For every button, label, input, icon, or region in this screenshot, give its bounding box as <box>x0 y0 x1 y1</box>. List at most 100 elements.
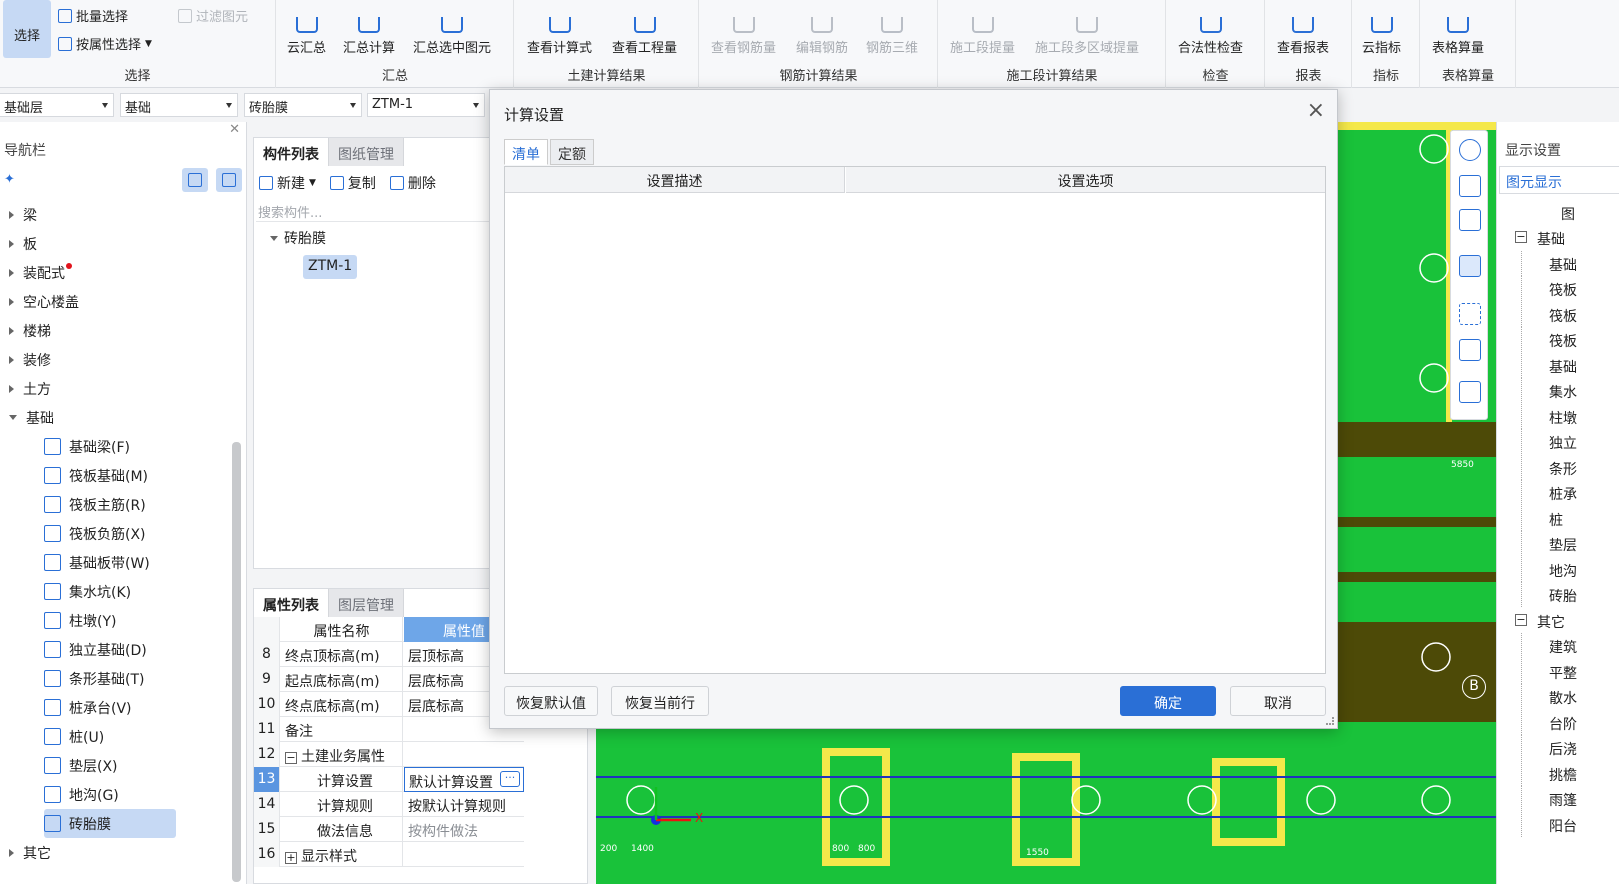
display-item-row[interactable]: 平整 <box>1497 658 1619 684</box>
filter-elements-button[interactable]: 过滤图元 <box>178 6 248 25</box>
rebar-3d-button[interactable]: 钢筋三维 <box>866 4 918 56</box>
table-row[interactable]: 10 终点底标高(m) 层底标高 <box>254 692 524 717</box>
property-value-editor[interactable]: 默认计算设置 ··· <box>404 767 524 792</box>
close-icon[interactable]: × <box>1307 98 1325 123</box>
display-item-row[interactable]: 砖胎 <box>1497 582 1619 607</box>
batch-select-button[interactable]: 批量选择 <box>58 6 128 25</box>
summary-calc-button[interactable]: 汇总计算 <box>343 4 395 56</box>
display-item-row[interactable]: 雨篷 <box>1497 786 1619 811</box>
table-row[interactable]: 16 + 显示样式 <box>254 842 524 867</box>
display-item-row[interactable]: 基础 <box>1497 250 1619 276</box>
display-item-row[interactable]: 后浇 <box>1497 735 1619 760</box>
display-item-row[interactable]: 垫层 <box>1497 531 1619 556</box>
nav-item-isolated-footing[interactable]: 独立基础(D) <box>44 635 153 664</box>
more-button[interactable]: ··· <box>500 771 520 787</box>
restore-default-button[interactable]: 恢复默认值 <box>504 686 598 716</box>
nav-category-hollow-floor[interactable]: 空心楼盖 <box>0 287 79 316</box>
expand-icon[interactable]: + <box>285 852 297 864</box>
close-icon[interactable]: ✕ <box>229 122 240 137</box>
layer-list-icon[interactable] <box>1459 381 1481 403</box>
floor-dropdown[interactable]: 基础层 <box>0 93 114 117</box>
table-row[interactable]: 15 做法信息 按构件做法 <box>254 817 524 842</box>
component-item-ztm1[interactable]: ZTM-1 <box>303 255 358 279</box>
display-item-row[interactable]: 台阶 <box>1497 709 1619 735</box>
ok-button[interactable]: 确定 <box>1120 686 1216 716</box>
orbit-icon[interactable] <box>1459 139 1481 161</box>
tab-element-display[interactable]: 图元显示 <box>1499 166 1619 194</box>
table-row[interactable]: 12− 土建业务属性 <box>254 742 524 767</box>
nav-category-earthwork[interactable]: 土方 <box>0 374 51 403</box>
view-report-button[interactable]: 查看报表 <box>1277 4 1329 56</box>
display-group-row[interactable]: − 基础 <box>1497 225 1619 250</box>
restore-current-row-button[interactable]: 恢复当前行 <box>611 686 709 716</box>
property-value[interactable]: 按构件做法 <box>404 817 524 842</box>
display-item-row[interactable]: 集水 <box>1497 378 1619 403</box>
new-button[interactable]: 新建 ▼ <box>259 173 316 193</box>
view-quantity-button[interactable]: 查看工程量 <box>612 4 677 56</box>
type-dropdown[interactable]: 砖胎膜 <box>244 93 362 117</box>
tab-bill-of-quantities[interactable]: 清单 <box>504 139 548 165</box>
display-item-row[interactable]: 独立 <box>1497 429 1619 454</box>
nav-item-column-pier[interactable]: 柱墩(Y) <box>44 606 122 635</box>
display-item-row[interactable]: 地沟 <box>1497 556 1619 582</box>
nav-item-raft-main-rebar[interactable]: 筏板主筋(R) <box>44 490 152 519</box>
property-value[interactable]: 按默认计算规则 <box>404 792 524 817</box>
table-row[interactable]: 11 备注 <box>254 717 524 742</box>
list-view-button[interactable] <box>182 168 208 192</box>
select-button[interactable]: 选择 <box>3 0 51 58</box>
tab-quota[interactable]: 定额 <box>550 139 594 165</box>
isometric-icon[interactable] <box>1459 339 1481 361</box>
nav-item-trench[interactable]: 地沟(G) <box>44 780 125 809</box>
table-row-selected[interactable]: 13 计算设置 默认计算设置 ··· <box>254 767 524 792</box>
nav-item-sump-pit[interactable]: 集水坑(K) <box>44 577 137 606</box>
display-item-row[interactable]: 建筑 <box>1497 633 1619 658</box>
table-calc-button[interactable]: 表格算量 <box>1432 4 1484 56</box>
collapse-icon[interactable]: − <box>1515 613 1527 626</box>
display-item-row[interactable]: 散水 <box>1497 684 1619 709</box>
section-extract-button[interactable]: 施工段提量 <box>950 4 1015 56</box>
component-search-input[interactable]: 搜索构件... <box>256 200 492 222</box>
nav-item-pile-cap[interactable]: 桩承台(V) <box>44 693 138 722</box>
attr-select-button[interactable]: 按属性选择 ▼ <box>58 34 152 53</box>
display-item-row[interactable]: 条形 <box>1497 454 1619 480</box>
nav-scrollbar[interactable] <box>232 442 241 882</box>
collapse-icon[interactable]: − <box>285 752 297 764</box>
nav-item-cushion[interactable]: 垫层(X) <box>44 751 124 780</box>
display-item-row[interactable]: 筏板 <box>1497 276 1619 301</box>
copy-button[interactable]: 复制 <box>329 173 376 193</box>
nav-category-prefab[interactable]: 装配式 <box>0 258 72 287</box>
display-item-row[interactable]: 柱墩 <box>1497 403 1619 429</box>
display-item-row[interactable]: 桩 <box>1497 505 1619 531</box>
collapse-icon[interactable]: − <box>1515 231 1527 243</box>
nav-item-raft-foundation[interactable]: 筏板基础(M) <box>44 461 154 490</box>
summary-selected-button[interactable]: 汇总选中图元 <box>413 4 491 56</box>
cancel-button[interactable]: 取消 <box>1230 686 1326 716</box>
nav-category-other[interactable]: 其它 <box>0 838 51 867</box>
view-formula-button[interactable]: 查看计算式 <box>527 4 592 56</box>
nav-category-beam[interactable]: 梁 <box>0 200 37 229</box>
tab-drawing-management[interactable]: 图纸管理 <box>329 138 404 166</box>
cloud-index-button[interactable]: 云指标 <box>1362 4 1401 56</box>
solid-view-icon[interactable] <box>1459 255 1481 277</box>
tab-component-list[interactable]: 构件列表 <box>254 138 329 166</box>
display-item-row[interactable]: 筏板 <box>1497 327 1619 352</box>
table-row[interactable]: 8 终点顶标高(m) 层顶标高 <box>254 642 524 667</box>
view-rebar-button[interactable]: 查看钢筋量 <box>711 4 776 56</box>
nav-item-pile[interactable]: 桩(U) <box>44 722 110 751</box>
pin-icon[interactable]: ✦ <box>4 172 15 187</box>
table-row[interactable]: 9 起点底标高(m) 层底标高 <box>254 667 524 692</box>
display-item-row[interactable]: 基础 <box>1497 352 1619 378</box>
nav-category-decoration[interactable]: 装修 <box>0 345 51 374</box>
nav-item-strip-footing[interactable]: 条形基础(T) <box>44 664 150 693</box>
table-row[interactable]: 14 计算规则 按默认计算规则 <box>254 792 524 817</box>
nav-item-foundation-beam[interactable]: 基础梁(F) <box>44 432 136 461</box>
display-item-row[interactable]: 筏板 <box>1497 301 1619 327</box>
component-tree-root[interactable]: 砖胎膜 <box>270 228 326 248</box>
nav-item-brick-formwork[interactable]: 砖胎膜 <box>44 809 176 838</box>
3d-view-icon[interactable] <box>1459 175 1481 197</box>
nav-category-slab[interactable]: 板 <box>0 229 37 258</box>
display-item-row[interactable]: 阳台 <box>1497 811 1619 837</box>
nav-category-foundation[interactable]: 基础 <box>0 403 54 432</box>
display-item-row[interactable]: 桩承 <box>1497 480 1619 505</box>
display-group-row[interactable]: − 其它 <box>1497 608 1619 633</box>
